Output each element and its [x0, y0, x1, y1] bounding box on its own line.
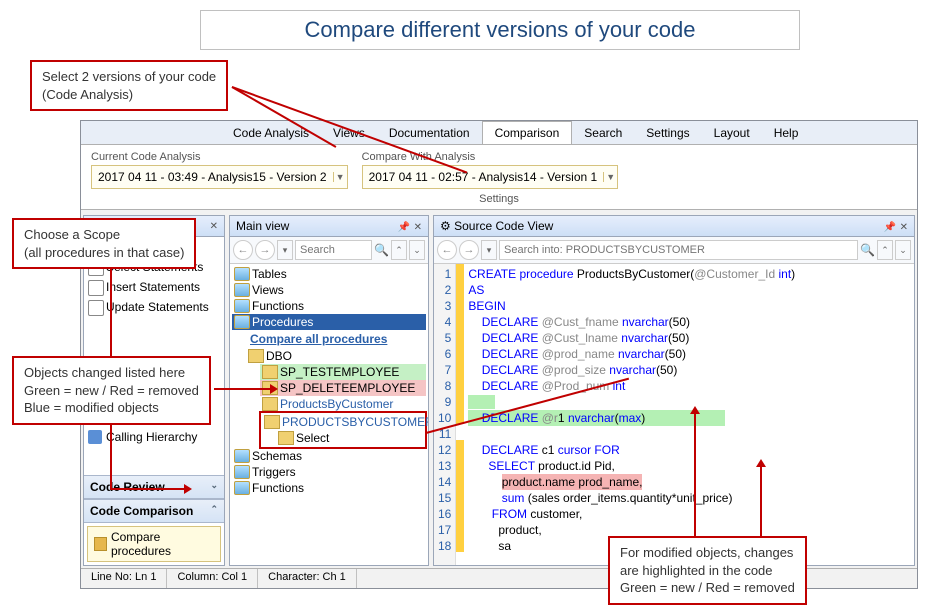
search-icon[interactable]: 🔍	[860, 243, 875, 257]
source-toolbar: ← → ▾ 🔍 ⌃ ⌄	[434, 237, 914, 264]
callout-line: Blue = modified objects	[24, 399, 199, 417]
main-view-title: Main view 📌 ✕	[230, 216, 428, 237]
button-label: Compare procedures	[111, 530, 214, 558]
chevron-down-icon: ⌄	[210, 480, 218, 494]
tree-procedures[interactable]: Procedures	[232, 314, 426, 330]
tree-schemas[interactable]: Schemas	[232, 448, 426, 464]
sidebar-item-insert[interactable]: Insert Statements	[84, 277, 224, 297]
dropdown-value: 2017 04 11 - 02:57 - Analysis14 - Versio…	[363, 170, 604, 184]
status-line: Line No: Ln 1	[81, 569, 167, 588]
source-search-input[interactable]	[499, 240, 858, 260]
menu-settings[interactable]: Settings	[634, 122, 701, 144]
tree-functions[interactable]: Functions	[232, 298, 426, 314]
tree-proc-deleted[interactable]: SP_DELETEEMPLOYEE	[260, 380, 426, 396]
status-col: Column: Col 1	[167, 569, 258, 588]
menu-bar: Code Analysis Views Documentation Compar…	[81, 121, 917, 145]
change-marks	[456, 264, 464, 565]
back-icon[interactable]: ←	[437, 240, 457, 260]
tree-proc-modified[interactable]: ProductsByCustomer	[260, 396, 426, 412]
callout-select-versions: Select 2 versions of your code (Code Ana…	[30, 60, 228, 111]
tree-tables[interactable]: Tables	[232, 266, 426, 282]
callout-line: Objects changed listed here	[24, 364, 199, 382]
ribbon-footer: Settings	[87, 191, 911, 209]
source-code-pane: ⚙ Source Code View 📌 ✕ ← → ▾ 🔍 ⌃ ⌄ 12345…	[433, 215, 915, 566]
callout-line: (all procedures in that case)	[24, 244, 184, 262]
tree-proc-child-select[interactable]: Select	[276, 430, 424, 446]
back-icon[interactable]: ←	[233, 240, 253, 260]
expand-down-icon[interactable]: ⌄	[409, 240, 425, 260]
callout-line: For modified objects, changes	[620, 544, 795, 562]
dropdown-value: 2017 04 11 - 03:49 - Analysis15 - Versio…	[92, 170, 333, 184]
status-char: Character: Ch 1	[258, 569, 357, 588]
accordion-label: Code Comparison	[90, 504, 193, 518]
menu-documentation[interactable]: Documentation	[377, 122, 482, 144]
callout-diff-highlight: For modified objects, changes are highli…	[608, 536, 807, 605]
ribbon-label-current: Current Code Analysis	[91, 151, 348, 163]
page-title: Compare different versions of your code	[200, 10, 800, 50]
callout-objects-changed: Objects changed listed here Green = new …	[12, 356, 211, 425]
code-text[interactable]: CREATE procedure ProductsByCustomer(@Cus…	[464, 264, 914, 565]
main-view-pane: Main view 📌 ✕ ← → ▾ 🔍 ⌃ ⌄ Tables Views F…	[229, 215, 429, 566]
collapse-up-icon[interactable]: ⌃	[877, 240, 893, 260]
callout-line: Green = new / Red = removed	[24, 382, 199, 400]
tree-proc-new[interactable]: SP_TESTEMPLOYEE	[260, 364, 426, 380]
object-tree[interactable]: Tables Views Functions Procedures Compar…	[230, 264, 428, 565]
pane-title-label: Source Code View	[454, 219, 553, 233]
accordion-label: Code Review	[90, 480, 165, 494]
chevron-down-icon[interactable]: ▼	[333, 172, 347, 182]
menu-layout[interactable]: Layout	[702, 122, 762, 144]
callout-choose-scope: Choose a Scope (all procedures in that c…	[12, 218, 196, 269]
chevron-up-icon: ⌃	[210, 504, 218, 518]
tree-compare-header[interactable]: Compare all procedures	[246, 330, 426, 348]
pin-icon[interactable]: 📌	[884, 222, 896, 233]
menu-help[interactable]: Help	[762, 122, 811, 144]
menu-code-analysis[interactable]: Code Analysis	[221, 122, 321, 144]
chevron-down-icon[interactable]: ▼	[603, 172, 617, 182]
callout-line: Choose a Scope	[24, 226, 184, 244]
close-icon[interactable]: ✕	[210, 221, 218, 232]
sidebar-item-hierarchy[interactable]: Calling Hierarchy	[84, 427, 224, 447]
callout-line: (Code Analysis)	[42, 86, 216, 104]
callout-line: Green = new / Red = removed	[620, 579, 795, 597]
expand-down-icon[interactable]: ⌄	[895, 240, 911, 260]
gear-icon: ⚙	[440, 219, 451, 233]
tree-functions2[interactable]: Functions	[232, 480, 426, 496]
collapse-up-icon[interactable]: ⌃	[391, 240, 407, 260]
callout-line: are highlighted in the code	[620, 562, 795, 580]
tree-proc-selected[interactable]: PRODUCTSBYCUSTOMER	[262, 414, 424, 430]
pin-icon[interactable]: 📌	[398, 222, 410, 233]
chevron-down-icon[interactable]: ▾	[481, 240, 497, 260]
close-icon[interactable]: ✕	[900, 222, 908, 233]
callout-line: Select 2 versions of your code	[42, 68, 216, 86]
code-area[interactable]: 123456789101112131415161718 CREATE proce…	[434, 264, 914, 565]
menu-views[interactable]: Views	[321, 122, 377, 144]
ribbon-label-compare: Compare With Analysis	[362, 151, 619, 163]
line-gutter: 123456789101112131415161718	[434, 264, 456, 565]
accordion-code-review[interactable]: Code Review ⌄	[84, 475, 224, 499]
tree-search-input[interactable]	[295, 240, 372, 260]
dropdown-compare-analysis[interactable]: 2017 04 11 - 02:57 - Analysis14 - Versio…	[362, 165, 619, 189]
source-title: ⚙ Source Code View 📌 ✕	[434, 216, 914, 237]
sidebar-item-update[interactable]: Update Statements	[84, 297, 224, 317]
tree-views[interactable]: Views	[232, 282, 426, 298]
search-icon[interactable]: 🔍	[374, 243, 389, 257]
dropdown-current-analysis[interactable]: 2017 04 11 - 03:49 - Analysis15 - Versio…	[91, 165, 348, 189]
tree-toolbar: ← → ▾ 🔍 ⌃ ⌄	[230, 237, 428, 264]
app-window: Code Analysis Views Documentation Compar…	[80, 120, 918, 589]
accordion-code-comparison[interactable]: Code Comparison ⌃	[84, 499, 224, 523]
tree-dbo[interactable]: DBO	[246, 348, 426, 364]
menu-search[interactable]: Search	[572, 122, 634, 144]
forward-icon[interactable]: →	[459, 240, 479, 260]
menu-comparison[interactable]: Comparison	[482, 121, 573, 144]
pane-title-label: Main view	[236, 219, 289, 233]
compare-procedures-button[interactable]: Compare procedures	[87, 526, 221, 562]
ribbon: Current Code Analysis 2017 04 11 - 03:49…	[81, 145, 917, 210]
tree-triggers[interactable]: Triggers	[232, 464, 426, 480]
chevron-down-icon[interactable]: ▾	[277, 240, 293, 260]
compare-icon	[94, 537, 107, 551]
forward-icon[interactable]: →	[255, 240, 275, 260]
close-icon[interactable]: ✕	[414, 222, 422, 233]
